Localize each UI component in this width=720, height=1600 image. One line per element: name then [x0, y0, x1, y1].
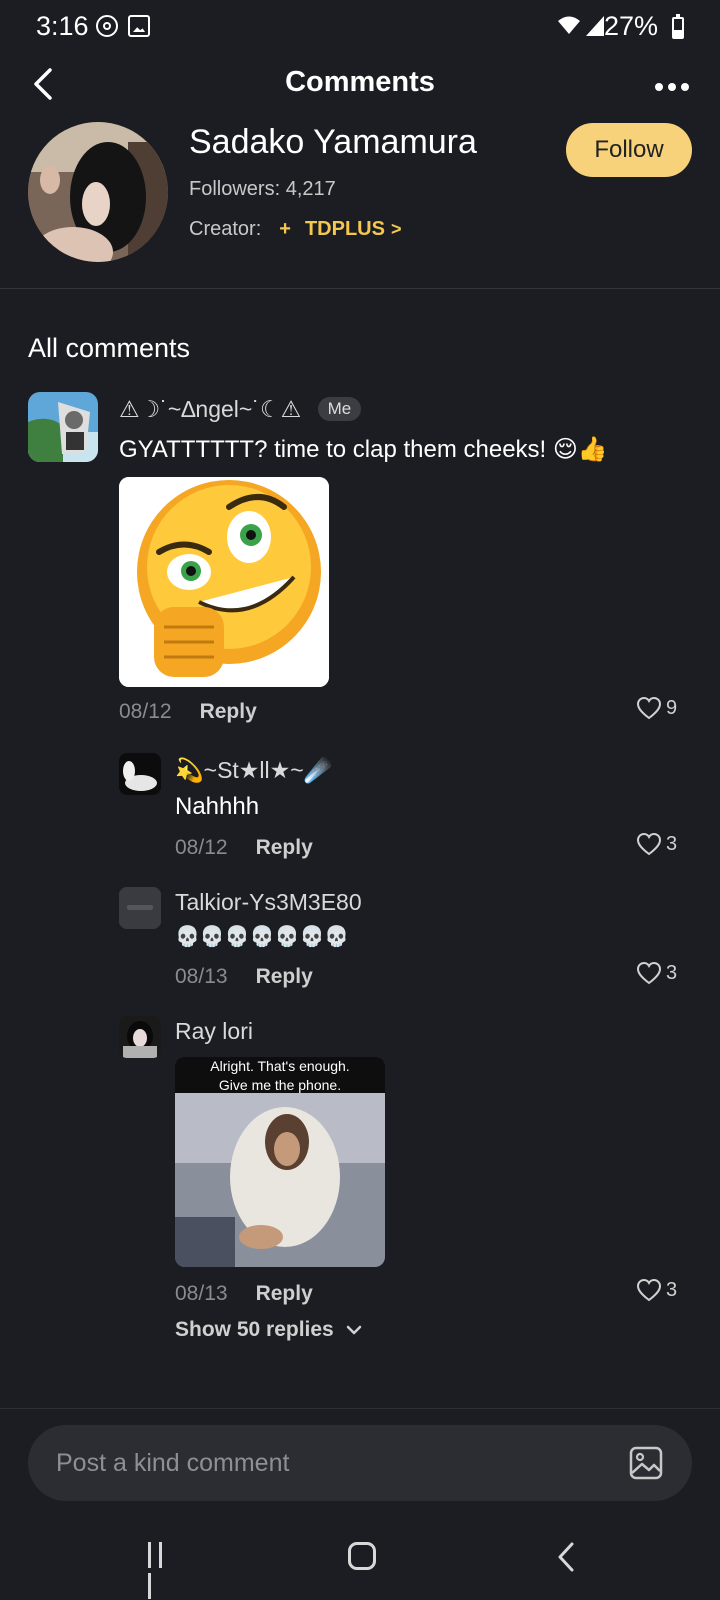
section-title: All comments [28, 333, 191, 363]
signal-icon [586, 16, 604, 36]
comment-input-bar [28, 1425, 692, 1501]
follow-button[interactable]: Follow [566, 123, 692, 177]
divider [0, 288, 720, 289]
image-caption-line-2: Give me the phone. [218, 1077, 342, 1093]
reply-button[interactable]: Reply [200, 700, 257, 723]
like-count: 9 [666, 696, 678, 719]
image-caption-line-1: Alright. That's enough. [210, 1058, 350, 1074]
divider [0, 1408, 720, 1409]
sync-icon [96, 15, 118, 37]
battery-percent: 27% [604, 11, 659, 41]
comment-date: 08/13 [175, 1282, 228, 1305]
comment-date: 08/13 [175, 965, 228, 988]
recents-icon[interactable] [148, 1542, 176, 1599]
comment-username: 💫~St★ll★~☄️ [175, 757, 333, 783]
comment-date: 08/12 [119, 700, 172, 723]
comment-meta: 08/13 Reply [175, 965, 313, 989]
like-count: 3 [666, 1278, 678, 1301]
followers-count: Followers: 4,217 [189, 178, 336, 201]
page-title: Comments [285, 66, 435, 98]
status-time: 3:16 [36, 11, 89, 41]
creator-label: Creator: [189, 218, 262, 240]
show-replies-button[interactable]: Show 50 replies [175, 1318, 364, 1342]
comment-username: Talkior-Ys3M3E80 [175, 889, 362, 915]
heart-icon [636, 832, 662, 856]
followers-value: 4,217 [285, 178, 336, 200]
chevron-right-icon: > [390, 219, 402, 239]
like-button[interactable]: 3 [636, 961, 677, 985]
show-replies-label: Show 50 replies [175, 1318, 334, 1341]
top-bar: Comments [0, 56, 720, 112]
comment-text: 💀💀💀💀💀💀💀 [175, 926, 350, 948]
system-nav-bar [0, 1520, 720, 1600]
nav-back-icon[interactable] [552, 1540, 582, 1574]
comment-meta: 08/12 Reply [119, 700, 257, 724]
image-attach-icon[interactable] [628, 1445, 664, 1481]
avatar[interactable] [119, 1016, 161, 1058]
home-icon[interactable] [348, 1542, 376, 1570]
creator-profile: Sadako Yamamura Followers: 4,217 Creator… [0, 118, 720, 288]
like-button[interactable]: 3 [636, 832, 677, 856]
battery-icon [672, 14, 684, 39]
like-button[interactable]: 3 [636, 1278, 677, 1302]
plus-icon: + [279, 218, 291, 240]
reply-button[interactable]: Reply [256, 965, 313, 988]
heart-icon [636, 1278, 662, 1302]
creator-name: Sadako Yamamura [189, 123, 477, 161]
heart-icon [636, 961, 662, 985]
me-badge: Me [317, 397, 362, 421]
avatar[interactable] [119, 887, 161, 929]
reply-button[interactable]: Reply [256, 1282, 313, 1305]
comment-username: ⚠︎☽˙~∆ngel~˙☾⚠︎ Me [119, 396, 362, 423]
more-options-icon[interactable] [655, 78, 695, 91]
comment-meta: 08/12 Reply [175, 836, 313, 860]
comment-username: Ray lori [175, 1018, 253, 1044]
comment-text: GYATTTTTT? time to clap them cheeks! 😌👍 [119, 436, 608, 463]
chevron-down-icon [346, 1325, 361, 1335]
wifi-icon [558, 16, 580, 34]
comment-image[interactable] [119, 477, 329, 687]
followers-label: Followers: [189, 178, 281, 200]
creator-link[interactable]: TDPLUS [305, 218, 385, 241]
username-text: ⚠︎☽˙~∆ngel~˙☾⚠︎ [119, 396, 302, 422]
reply-button[interactable]: Reply [256, 836, 313, 859]
like-button[interactable]: 9 [636, 696, 677, 720]
comment-meta: 08/13 Reply [175, 1282, 313, 1306]
like-count: 3 [666, 961, 678, 984]
heart-icon [636, 696, 662, 720]
avatar[interactable] [28, 392, 98, 462]
creator-row: Creator: + TDPLUS > [189, 218, 401, 241]
comment-date: 08/12 [175, 836, 228, 859]
avatar[interactable] [28, 122, 168, 262]
avatar[interactable] [119, 753, 161, 795]
like-count: 3 [666, 832, 678, 855]
gallery-icon [128, 15, 150, 37]
comment-text: Nahhhh [175, 793, 260, 820]
comment-input[interactable] [56, 1443, 616, 1483]
status-bar: 3:16 27% [0, 0, 720, 56]
